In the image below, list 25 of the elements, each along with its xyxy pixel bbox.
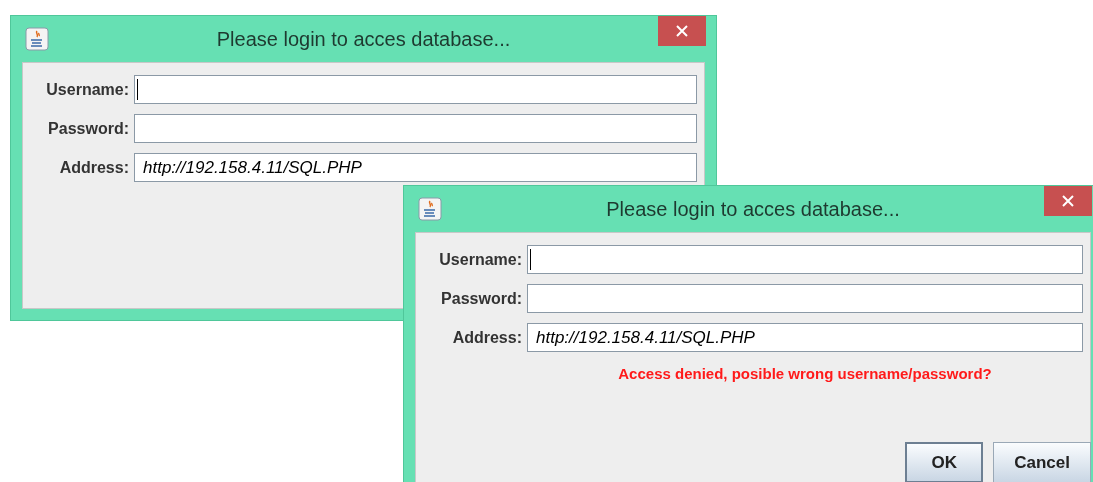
close-icon — [1062, 195, 1074, 207]
input-field[interactable] — [527, 245, 1083, 274]
close-button[interactable] — [1044, 186, 1092, 216]
field-label: Username: — [438, 249, 523, 270]
app-icon — [418, 197, 442, 221]
field-value: http://192.158.4.11/SQL.PHP — [535, 326, 755, 349]
field-label: Password: — [47, 118, 130, 139]
input-field[interactable] — [527, 284, 1083, 313]
input-field[interactable]: http://192.158.4.11/SQL.PHP — [527, 323, 1083, 352]
window-title: Please login to acces database... — [605, 197, 901, 222]
error-message: Access denied, posible wrong username/password? — [618, 364, 992, 384]
field-label: Username: — [45, 79, 130, 100]
input-field[interactable] — [134, 75, 697, 104]
app-icon — [25, 27, 49, 51]
field-label: Password: — [440, 288, 523, 309]
field-label: Address: — [58, 157, 130, 178]
dialog-button[interactable]: OK — [905, 442, 984, 482]
input-field[interactable]: http://192.158.4.11/SQL.PHP — [134, 153, 697, 182]
input-field[interactable] — [134, 114, 697, 143]
window-title: Please login to acces database... — [215, 27, 512, 52]
field-value: http://192.158.4.11/SQL.PHP — [142, 156, 362, 179]
field-label: Address: — [451, 327, 523, 348]
close-icon — [676, 25, 688, 37]
dialog-button[interactable]: Cancel — [993, 442, 1091, 482]
close-button[interactable] — [658, 16, 706, 46]
